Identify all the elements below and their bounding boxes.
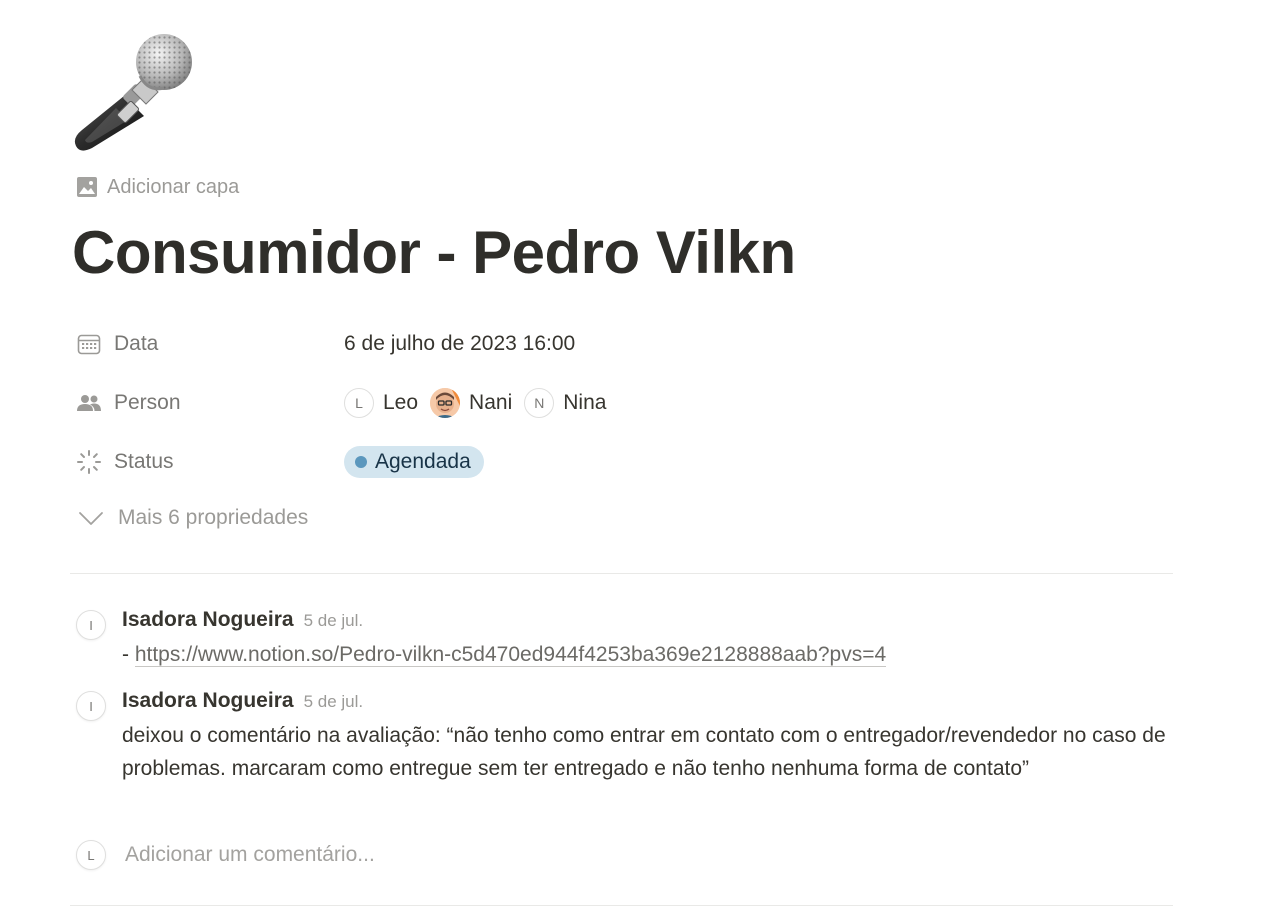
comment-body: Isadora Nogueira 5 de jul. deixou o come… [122, 689, 1176, 785]
chevron-down-icon [79, 512, 103, 525]
date-value[interactable]: 6 de julho de 2023 16:00 [344, 332, 575, 356]
avatar: L [344, 388, 374, 418]
person-photo-icon [430, 388, 461, 418]
status-dot [355, 456, 367, 468]
divider [70, 905, 1173, 906]
status-value[interactable]: Agendada [344, 446, 484, 478]
property-label-person[interactable]: Person [76, 390, 344, 416]
person-name: Nina [563, 391, 607, 414]
microphone-icon[interactable] [72, 30, 196, 154]
more-properties-toggle[interactable]: Mais 6 propriedades [78, 506, 308, 530]
property-label-text: Data [114, 332, 159, 355]
avatar: I [76, 610, 106, 640]
property-label-text: Status [114, 450, 174, 473]
avatar: N [524, 388, 555, 418]
person-name: Leo [383, 391, 419, 414]
property-row-person: Person L Leo Nani N Nina [76, 383, 1176, 423]
property-label-status[interactable]: Status [76, 449, 344, 475]
comment-author[interactable]: Isadora Nogueira [122, 608, 294, 632]
add-comment-input[interactable] [125, 843, 725, 867]
comment-item: I Isadora Nogueira 5 de jul. - https://w… [76, 608, 1176, 671]
avatar [430, 388, 461, 418]
status-label: Agendada [375, 450, 471, 473]
people-icon [76, 390, 102, 416]
comment-link[interactable]: https://www.notion.so/Pedro-vilkn-c5d470… [134, 643, 887, 667]
image-icon [77, 177, 97, 197]
property-row-status: Status Agendada [76, 442, 1176, 482]
person-value[interactable]: L Leo Nani N Nina [344, 388, 618, 418]
person-name: Nani [469, 391, 513, 414]
add-comment-row: L [76, 840, 1176, 870]
comment-date[interactable]: 5 de jul. [304, 611, 364, 631]
avatar: L [76, 840, 106, 870]
person-chip-nina[interactable]: N Nina [524, 388, 606, 418]
page-title[interactable]: Consumidor - Pedro Vilkn [72, 218, 796, 287]
property-label-text: Person [114, 391, 181, 414]
avatar: I [76, 691, 106, 721]
comment-item: I Isadora Nogueira 5 de jul. deixou o co… [76, 689, 1176, 785]
person-chip-nani[interactable]: Nani [430, 388, 512, 418]
comment-author[interactable]: Isadora Nogueira [122, 689, 294, 713]
comment-text: deixou o comentário na avaliação: “não t… [122, 724, 1166, 780]
status-badge[interactable]: Agendada [344, 446, 484, 478]
property-label-date[interactable]: Data [76, 331, 344, 357]
comment-text: - https://www.notion.so/Pedro-vilkn-c5d4… [122, 638, 1176, 671]
comment-prefix: - [122, 643, 135, 666]
divider [70, 573, 1173, 574]
more-properties-label: Mais 6 propriedades [118, 506, 309, 529]
person-chip-leo[interactable]: L Leo [344, 388, 418, 418]
comment-date[interactable]: 5 de jul. [304, 692, 364, 712]
add-cover-label: Adicionar capa [107, 175, 240, 198]
add-cover-button[interactable]: Adicionar capa [76, 174, 239, 200]
status-loading-icon [76, 449, 102, 475]
property-row-date: Data 6 de julho de 2023 16:00 [76, 324, 1176, 364]
calendar-icon [76, 331, 102, 357]
comment-body: Isadora Nogueira 5 de jul. - https://www… [122, 608, 1176, 671]
